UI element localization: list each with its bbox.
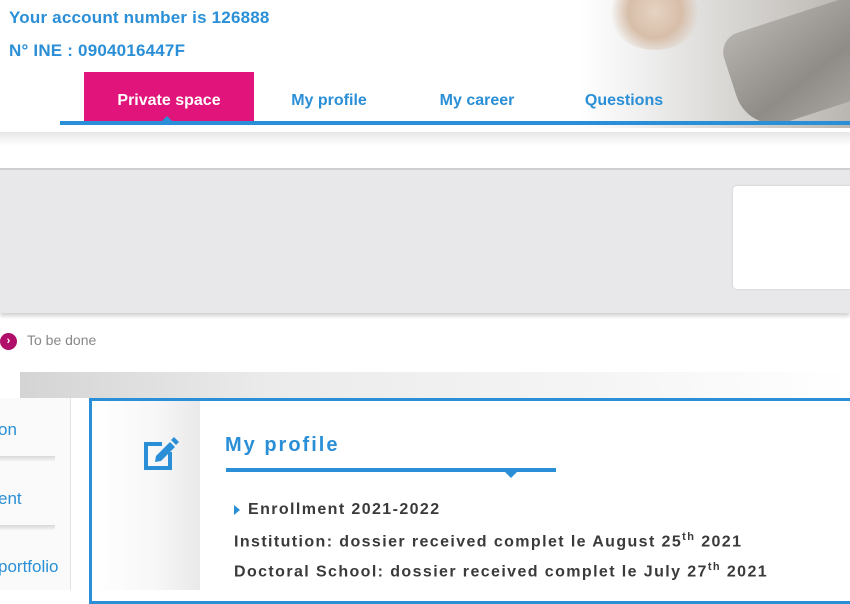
chevron-right-icon: › — [0, 333, 17, 350]
tab-label: Private space — [117, 92, 221, 109]
sidebar-divider — [0, 525, 55, 530]
tab-private-space[interactable]: Private space — [84, 72, 254, 122]
doctoral-status: Doctoral School: dossier received comple… — [234, 561, 769, 581]
title-notch — [505, 472, 517, 478]
account-number: Your account number is 126888 — [9, 8, 270, 27]
enrollment-heading: Enrollment 2021-2022 — [248, 501, 441, 518]
tab-questions[interactable]: Questions — [566, 72, 682, 121]
sidebar-item-on[interactable]: on — [0, 420, 17, 440]
banner-band — [0, 168, 850, 313]
tab-label: My career — [439, 92, 515, 109]
ine-number: N° INE : 0904016447F — [9, 41, 186, 60]
sidebar-item-portfolio[interactable]: portfolio — [0, 557, 58, 577]
tab-my-profile[interactable]: My profile — [270, 72, 388, 121]
panel-icon-column — [92, 401, 200, 590]
tab-my-career[interactable]: My career — [420, 72, 534, 121]
nav-underline — [60, 121, 850, 125]
sidebar-item-ent[interactable]: ent — [0, 489, 22, 509]
tab-label: Questions — [584, 92, 664, 109]
header: Your account number is 126888 N° INE : 0… — [0, 0, 850, 146]
tab-label: My profile — [291, 92, 367, 109]
banner-card — [733, 186, 850, 289]
section-shadow — [20, 372, 850, 398]
edit-icon[interactable] — [140, 434, 180, 474]
institution-status: Institution: dossier received complet le… — [234, 531, 743, 551]
sidebar-divider — [0, 456, 55, 461]
nav-shadow — [0, 132, 850, 146]
todo-label: To be done — [27, 332, 97, 348]
panel-title: My profile — [225, 434, 340, 456]
bullet-arrow-icon — [234, 505, 240, 515]
